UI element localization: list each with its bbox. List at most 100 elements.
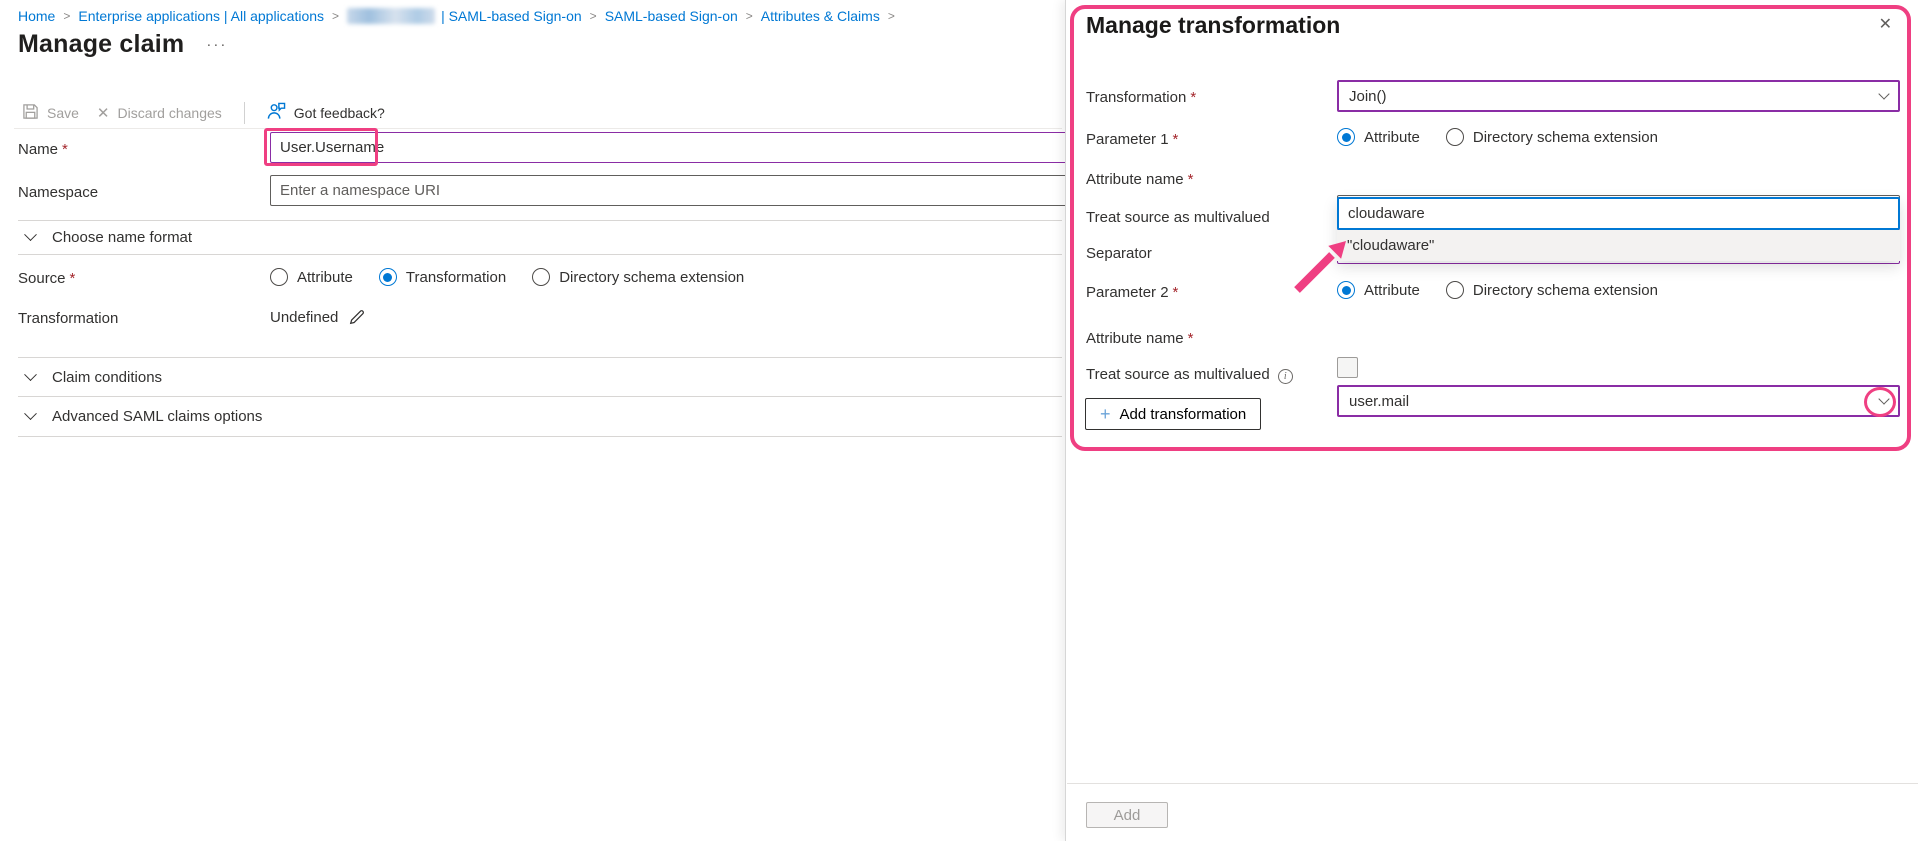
radio-selected-icon <box>378 268 397 286</box>
edit-pencil-icon[interactable] <box>348 308 366 326</box>
breadcrumb-separator: > <box>63 9 71 23</box>
info-icon: i <box>1277 369 1293 384</box>
breadcrumb-home[interactable]: Home <box>18 8 55 24</box>
panel-title: Manage transformation <box>1086 12 1341 38</box>
transformation-select-value: Join() <box>1349 87 1387 105</box>
radio-source-directory-schema[interactable]: Directory schema extension <box>532 268 744 286</box>
attribute-search-input[interactable] <box>1337 197 1900 230</box>
attribute-dropdown-flyout: "cloudaware" <box>1337 197 1900 261</box>
redacted-app-name <box>347 8 436 24</box>
breadcrumb-saml-sign-on[interactable]: SAML-based Sign-on <box>605 8 738 24</box>
breadcrumb-separator: > <box>332 9 340 23</box>
attribute-name-2-label: Attribute name * <box>1086 330 1194 347</box>
toolbar-rule <box>14 128 1062 129</box>
radio-param1-directory-schema[interactable]: Directory schema extension <box>1445 128 1658 146</box>
radio-label: Directory schema extension <box>1472 128 1658 146</box>
breadcrumb-attributes-claims[interactable]: Attributes & Claims <box>761 8 880 24</box>
overflow-menu-icon[interactable]: ··· <box>206 36 227 53</box>
treat-source-2-checkbox[interactable] <box>1337 357 1358 378</box>
feedback-icon <box>267 102 286 123</box>
section-divider <box>18 254 1062 255</box>
attribute-name-1-label: Attribute name * <box>1086 171 1194 188</box>
toolbar-divider <box>243 101 245 124</box>
breadcrumb-app-saml-sign-on[interactable]: | SAML-based Sign-on <box>347 8 582 24</box>
radio-label: Directory schema extension <box>1472 281 1658 299</box>
radio-param2-attribute[interactable]: Attribute <box>1337 281 1420 299</box>
radio-param2-directory-schema[interactable]: Directory schema extension <box>1445 281 1658 299</box>
radio-param1-attribute[interactable]: Attribute <box>1337 128 1420 146</box>
add-transformation-button[interactable]: + Add transformation <box>1085 398 1262 430</box>
page-title: Manage claim <box>18 30 185 58</box>
attribute-name-2-value: user.mail <box>1349 392 1410 410</box>
feedback-label: Got feedback? <box>293 104 385 121</box>
radio-label: Transformation <box>405 268 507 286</box>
name-input[interactable] <box>270 132 1080 163</box>
namespace-field-label: Namespace <box>18 184 99 201</box>
got-feedback-button[interactable]: Got feedback? <box>263 100 389 125</box>
azure-portal-page: Home > Enterprise applications | All app… <box>0 0 1918 841</box>
manage-transformation-panel: Manage transformation ✕ Transformation * … <box>1065 0 1918 841</box>
required-marker: * <box>1190 89 1197 106</box>
section-divider <box>18 436 1062 437</box>
breadcrumb: Home > Enterprise applications | All app… <box>18 8 903 24</box>
chevron-down-icon <box>24 368 37 382</box>
namespace-input[interactable] <box>270 175 1080 206</box>
radio-label: Attribute <box>1364 128 1420 146</box>
breadcrumb-app-label: | SAML-based Sign-on <box>441 8 582 24</box>
close-icon[interactable]: ✕ <box>1879 14 1892 34</box>
discard-icon: ✕ <box>96 104 110 122</box>
transformation-value-row: Undefined <box>270 308 366 326</box>
radio-selected-icon <box>1337 281 1355 299</box>
attribute-name-2-select[interactable]: user.mail <box>1337 385 1900 417</box>
save-label: Save <box>47 104 79 121</box>
section-claim-conditions[interactable]: Claim conditions <box>24 368 163 386</box>
chevron-down-icon <box>1878 393 1890 405</box>
breadcrumb-enterprise-applications[interactable]: Enterprise applications | All applicatio… <box>78 8 324 24</box>
radio-icon <box>532 268 551 286</box>
section-advanced-saml-options[interactable]: Advanced SAML claims options <box>24 407 263 425</box>
chevron-down-icon <box>24 407 37 421</box>
parameter2-label: Parameter 2 * <box>1086 284 1179 301</box>
dropdown-option-cloudaware[interactable]: "cloudaware" <box>1337 230 1900 261</box>
manage-claim-page: Home > Enterprise applications | All app… <box>0 0 1080 841</box>
treat-source-1-label: Treat source as multivalued <box>1086 209 1270 226</box>
section-divider <box>18 220 1062 221</box>
command-bar: Save ✕ Discard changes Got feedback? <box>18 100 389 125</box>
radio-source-attribute[interactable]: Attribute <box>270 268 353 286</box>
discard-changes-button[interactable]: ✕ Discard changes <box>93 102 226 124</box>
radio-icon <box>1445 281 1464 299</box>
radio-label: Directory schema extension <box>559 268 745 286</box>
transformation-field-label: Transformation <box>18 310 119 327</box>
transformation-select[interactable]: Join() <box>1337 80 1900 112</box>
required-marker: * <box>1187 171 1194 188</box>
radio-selected-icon <box>1337 128 1355 146</box>
radio-source-transformation[interactable]: Transformation <box>378 268 507 286</box>
section-divider <box>18 396 1062 397</box>
save-button[interactable]: Save <box>18 101 83 125</box>
source-field-label: Source * <box>18 270 76 287</box>
parameter1-label: Parameter 1 * <box>1086 131 1179 148</box>
section-label: Choose name format <box>52 229 193 246</box>
radio-icon <box>270 268 288 286</box>
breadcrumb-separator: > <box>887 9 895 23</box>
add-button-disabled[interactable]: Add <box>1086 802 1168 828</box>
breadcrumb-separator: > <box>589 9 597 23</box>
parameter1-radio-group: Attribute Directory schema extension <box>1337 128 1900 146</box>
parameter2-radio-group: Attribute Directory schema extension <box>1337 281 1900 299</box>
section-choose-name-format[interactable]: Choose name format <box>24 228 193 246</box>
panel-transformation-label: Transformation * <box>1086 89 1197 106</box>
separator-label: Separator <box>1086 245 1152 262</box>
required-marker: * <box>1172 284 1179 301</box>
breadcrumb-separator: > <box>745 9 753 23</box>
transformation-value: Undefined <box>270 308 339 326</box>
section-divider <box>18 357 1062 358</box>
plus-icon: + <box>1100 404 1111 424</box>
section-label: Advanced SAML claims options <box>52 408 263 425</box>
required-marker: * <box>1172 131 1179 148</box>
section-label: Claim conditions <box>52 369 163 386</box>
chevron-down-icon <box>24 228 37 242</box>
radio-label: Attribute <box>1364 281 1420 299</box>
name-field-label: Name * <box>18 141 68 158</box>
required-marker: * <box>1187 330 1194 347</box>
treat-source-2-label: Treat source as multivalued i <box>1086 366 1293 384</box>
